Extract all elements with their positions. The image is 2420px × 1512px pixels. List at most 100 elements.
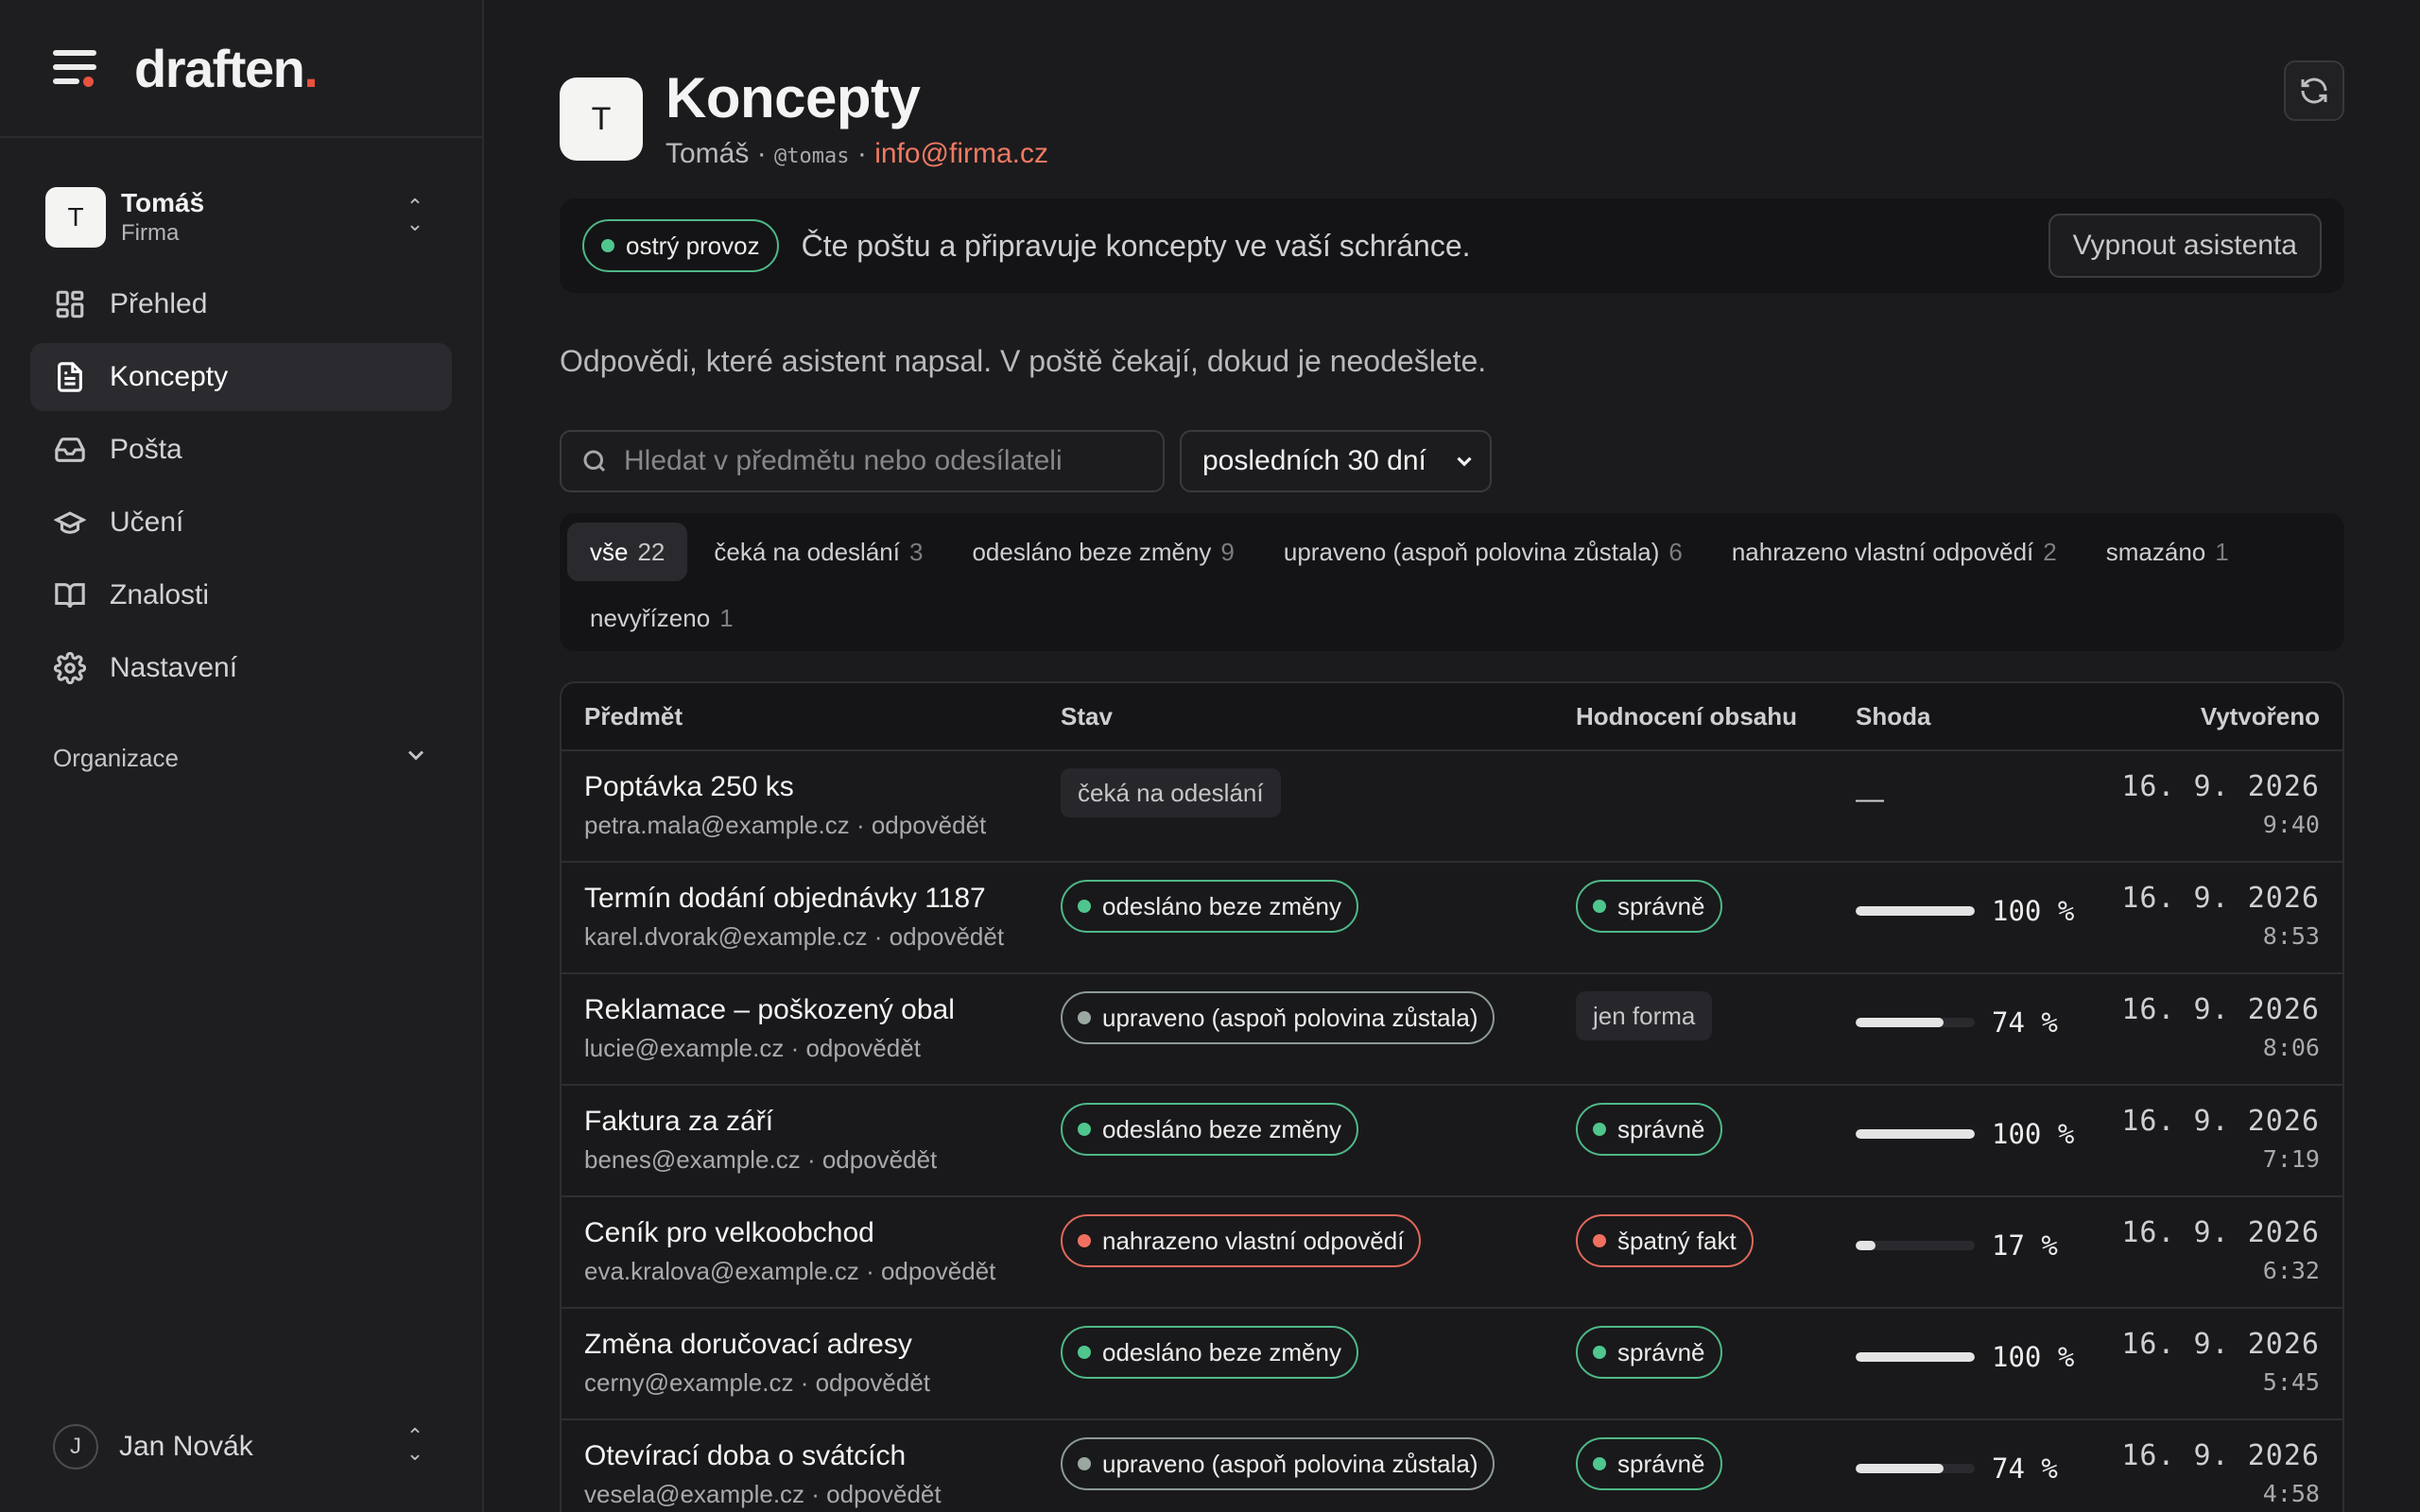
sidebar-item-label: Nastavení: [110, 652, 238, 683]
draft-subject[interactable]: Reklamace – poškozený obal: [584, 993, 1061, 1027]
disable-assistant-button[interactable]: Vypnout asistenta: [2048, 214, 2322, 278]
created-cell: 16. 9. 2026 8:06: [2090, 974, 2342, 1063]
status-cell: čeká na odeslání: [1061, 751, 1576, 817]
draft-sender: eva.kralova@example.cz · odpovědět: [584, 1257, 996, 1285]
tab-vse[interactable]: vše 22: [567, 523, 688, 581]
status-badge: odesláno beze změny: [1061, 1103, 1358, 1156]
match-percent: 17 %: [1992, 1229, 2058, 1262]
match-percent: 100 %: [1992, 1341, 2075, 1373]
created-time: 8:53: [2262, 922, 2320, 950]
sidebar-item-prehled[interactable]: Přehled: [30, 270, 452, 338]
assistant-status-text: Čte poštu a připravuje koncepty ve vaší …: [801, 228, 1471, 263]
match-cell: 100 %: [1856, 1309, 2090, 1384]
tab-nahrazeno[interactable]: nahrazeno vlastní odpovědí 2: [1709, 523, 2080, 581]
search-input[interactable]: [624, 445, 1153, 477]
tab-odeslano-beze-zmeny[interactable]: odesláno beze změny 9: [949, 523, 1256, 581]
sidebar-item-znalosti[interactable]: Znalosti: [30, 561, 452, 629]
draft-sender: benes@example.cz · odpovědět: [584, 1145, 938, 1174]
created-time: 6:32: [2262, 1257, 2320, 1284]
main-content: T Koncepty Tomáš · @tomas · info@firma.c…: [484, 0, 2420, 1512]
tab-ceka-na-odeslani[interactable]: čeká na odeslání 3: [691, 523, 945, 581]
sidebar-item-uceni[interactable]: Učení: [30, 489, 452, 557]
column-header-subject[interactable]: Předmět: [562, 702, 1061, 731]
table-row[interactable]: Faktura za září benes@example.cz · odpově…: [562, 1086, 2342, 1197]
owner-email-link[interactable]: info@firma.cz: [874, 138, 1048, 169]
dashboard-icon: [53, 287, 87, 321]
created-date: 16. 9. 2026: [2121, 1216, 2320, 1249]
created-time: 4:58: [2262, 1480, 2320, 1507]
draft-subject[interactable]: Změna doručovací adresy: [584, 1328, 1061, 1362]
created-date: 16. 9. 2026: [2121, 882, 2320, 915]
table-row[interactable]: Poptávka 250 ks petra.mala@example.cz · o…: [562, 751, 2342, 863]
sidebar-item-koncepty[interactable]: Koncepty: [30, 343, 452, 411]
status-cell: odesláno beze změny: [1061, 863, 1576, 933]
rating-badge: jen forma: [1576, 991, 1713, 1040]
menu-icon[interactable]: [53, 50, 96, 87]
chevron-down-icon: [403, 742, 429, 775]
draft-subject[interactable]: Ceník pro velkoobchod: [584, 1216, 1061, 1250]
period-select-value: posledních 30 dní: [1202, 445, 1426, 476]
match-cell: 74 %: [1856, 1420, 2090, 1496]
column-header-rating[interactable]: Hodnocení obsahu: [1576, 702, 1856, 731]
created-time: 8:06: [2262, 1034, 2320, 1061]
match-cell: 100 %: [1856, 863, 2090, 938]
sidebar-item-label: Učení: [110, 507, 184, 538]
created-time: 9:40: [2262, 811, 2320, 838]
rating-cell: [1576, 751, 1856, 768]
status-badge: odesláno beze změny: [1061, 880, 1358, 933]
chevrons-up-down-icon: ⌃ ⌄: [406, 1424, 424, 1465]
organization-section-toggle[interactable]: Organizace: [53, 742, 429, 775]
user-menu[interactable]: J Jan Novák ⌃ ⌄: [53, 1423, 429, 1470]
match-bar: [1856, 1241, 1975, 1250]
match-bar: [1856, 1352, 1975, 1362]
column-header-created[interactable]: Vytvořeno: [2090, 702, 2342, 731]
app: draften. T Tomáš Firma ⌃ ⌄ Přehled Koncep…: [0, 0, 2420, 1512]
rating-cell: správně: [1576, 1309, 1856, 1379]
draft-sender: vesela@example.cz · odpovědět: [584, 1480, 942, 1508]
page-subtitle: Tomáš · @tomas · info@firma.cz: [666, 138, 1049, 169]
table-row[interactable]: Ceník pro velkoobchod eva.kralova@example…: [562, 1197, 2342, 1309]
user-name: Jan Novák: [119, 1431, 253, 1462]
page-avatar: T: [560, 77, 643, 161]
tab-nevyrizeno[interactable]: nevyřízeno 1: [567, 589, 756, 647]
table-row[interactable]: Termín dodání objednávky 1187 karel.dvora…: [562, 863, 2342, 974]
draft-subject[interactable]: Poptávka 250 ks: [584, 770, 1061, 804]
table-row[interactable]: Změna doručovací adresy cerny@example.cz …: [562, 1309, 2342, 1420]
sidebar-item-nastaveni[interactable]: Nastavení: [30, 634, 452, 702]
period-select[interactable]: posledních 30 dní: [1180, 430, 1492, 492]
match-bar-fill: [1856, 1352, 1975, 1362]
draft-subject[interactable]: Otevírací doba o svátcích: [584, 1439, 1061, 1473]
search-box: [560, 430, 1165, 492]
table-row[interactable]: Reklamace – poškozený obal lucie@example.…: [562, 974, 2342, 1086]
refresh-button[interactable]: [2284, 60, 2344, 121]
account-switcher[interactable]: T Tomáš Firma ⌃ ⌄: [45, 187, 452, 248]
created-cell: 16. 9. 2026 6:32: [2090, 1197, 2342, 1286]
sidebar: draften. T Tomáš Firma ⌃ ⌄ Přehled Koncep…: [0, 0, 484, 1512]
rating-cell: špatný fakt: [1576, 1197, 1856, 1267]
rating-badge: správně: [1576, 880, 1722, 933]
sidebar-item-posta[interactable]: Pošta: [30, 416, 452, 484]
created-cell: 16. 9. 2026 8:53: [2090, 863, 2342, 952]
match-cell: 74 %: [1856, 974, 2090, 1050]
account-name: Tomáš: [121, 188, 205, 217]
tab-smazano[interactable]: smazáno 1: [2083, 523, 2252, 581]
table-row[interactable]: Otevírací doba o svátcích vesela@example.…: [562, 1420, 2342, 1512]
rating-cell: jen forma: [1576, 974, 1856, 1040]
draft-subject[interactable]: Termín dodání objednávky 1187: [584, 882, 1061, 916]
sidebar-item-label: Znalosti: [110, 579, 210, 610]
sidebar-item-label: Koncepty: [110, 361, 229, 392]
match-bar: [1856, 1464, 1975, 1473]
status-cell: upraveno (aspoň polovina zůstala): [1061, 974, 1576, 1044]
match-percent: 100 %: [1992, 1118, 2075, 1150]
subject-cell: Poptávka 250 ks petra.mala@example.cz · o…: [562, 751, 1061, 840]
brand-logo[interactable]: draften.: [134, 38, 319, 99]
created-time: 5:45: [2262, 1368, 2320, 1396]
draft-subject[interactable]: Faktura za září: [584, 1105, 1061, 1139]
column-header-status[interactable]: Stav: [1061, 702, 1576, 731]
column-header-match[interactable]: Shoda: [1856, 702, 2090, 731]
match-bar-fill: [1856, 1241, 1876, 1250]
match-bar: [1856, 1129, 1975, 1139]
rating-cell: správně: [1576, 1086, 1856, 1156]
tab-upraveno[interactable]: upraveno (aspoň polovina zůstala) 6: [1261, 523, 1705, 581]
document-icon: [53, 360, 87, 394]
